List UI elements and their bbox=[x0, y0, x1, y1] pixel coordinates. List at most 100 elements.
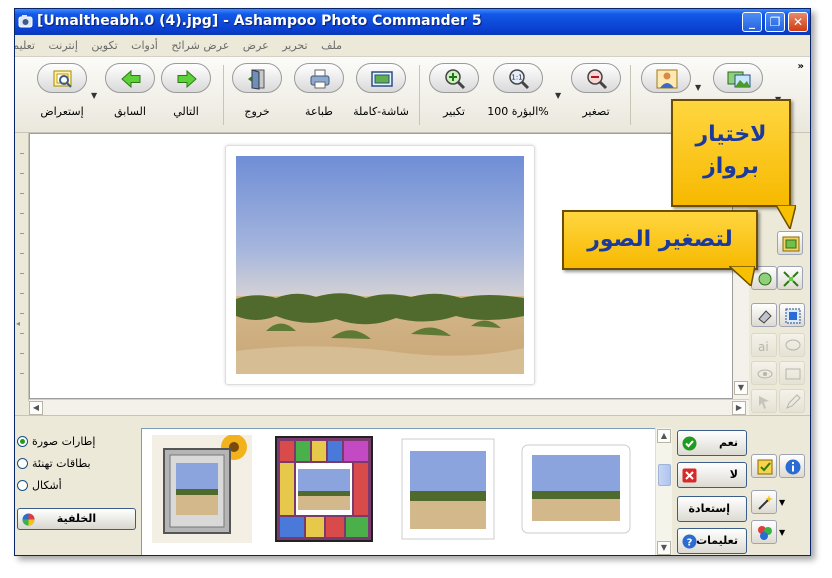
background-button[interactable]: الخلفية bbox=[17, 508, 136, 530]
menu-bar: ملف تحرير عرض عرض شرائح أدوات تكوين إنتر… bbox=[15, 35, 810, 57]
callout-pointer bbox=[776, 205, 796, 229]
bubble-tool-button[interactable] bbox=[779, 333, 805, 357]
menu-view[interactable]: عرض bbox=[243, 39, 269, 52]
info-icon bbox=[785, 459, 801, 475]
radio-picture-frames[interactable]: إطارات صورة bbox=[17, 434, 95, 448]
colors-dropdown-arrow[interactable]: ▼ bbox=[779, 528, 785, 537]
magic-wand-icon bbox=[758, 495, 773, 510]
menu-tools[interactable]: أدوات bbox=[131, 39, 158, 52]
check-circle-icon bbox=[682, 436, 697, 451]
maximize-button[interactable]: ❐ bbox=[765, 12, 785, 32]
next-label: التالي bbox=[173, 105, 199, 118]
help-button[interactable]: ? تعليمات bbox=[677, 528, 747, 554]
app-icon bbox=[18, 15, 33, 28]
browse-label: إستعراض bbox=[40, 105, 84, 118]
scroll-down-arrow[interactable]: ▼ bbox=[734, 381, 748, 395]
callout-line: لاختيار bbox=[695, 122, 767, 147]
menu-configure[interactable]: تكوين bbox=[91, 39, 117, 52]
radio-dot bbox=[17, 457, 28, 469]
radio-selected-dot bbox=[17, 435, 28, 447]
zoom-in-button[interactable]: تكبير bbox=[421, 63, 487, 129]
scroll-left-arrow[interactable]: ◀ bbox=[29, 401, 43, 415]
menu-edit[interactable]: تحرير bbox=[282, 39, 307, 52]
info-button[interactable] bbox=[779, 454, 805, 478]
shrink-arrows-icon bbox=[783, 271, 799, 287]
pen-icon bbox=[786, 394, 801, 409]
photo-frame-preview bbox=[225, 145, 535, 385]
note-icon bbox=[757, 459, 773, 475]
frame-thumb-stained-glass[interactable] bbox=[274, 435, 374, 543]
pen-tool-button[interactable] bbox=[779, 389, 805, 413]
stained-glass-frame-thumbnail bbox=[275, 436, 373, 542]
frame-thumb-plain[interactable] bbox=[398, 435, 498, 543]
toolbar-overflow-chevron[interactable]: » bbox=[798, 61, 804, 72]
frame-options-panel: إطارات صورة بطاقات تهنئة أشكال الخلفية ▲… bbox=[15, 415, 810, 555]
gallery-scroll-down-arrow[interactable]: ▼ bbox=[657, 541, 671, 555]
frame-thumb-silver[interactable] bbox=[152, 434, 252, 543]
callout-line: برواز bbox=[703, 154, 759, 179]
callout-shrink-images: لتصغير الصور bbox=[562, 210, 758, 270]
menu-slideshow[interactable]: عرض شرائح bbox=[171, 39, 229, 52]
gallery-scroll-up-arrow[interactable]: ▲ bbox=[657, 429, 671, 443]
scroll-right-arrow[interactable]: ▶ bbox=[732, 401, 746, 415]
callout-select-frame: لاختيار برواز bbox=[671, 99, 791, 207]
colors-button[interactable] bbox=[751, 520, 777, 544]
exit-button[interactable]: خروج bbox=[224, 63, 290, 129]
arrow-right-icon bbox=[177, 69, 197, 89]
magic-wand-dropdown-arrow[interactable]: ▼ bbox=[779, 498, 785, 507]
focus-dropdown-arrow[interactable]: ▼ bbox=[555, 91, 561, 100]
window-title: [Umaltheabh.0 (4).jpg] - Ashampoo Photo … bbox=[37, 13, 482, 29]
focus-100-button[interactable]: 1:1 البؤرة 100% bbox=[485, 63, 551, 129]
shrink-images-button[interactable] bbox=[777, 266, 803, 290]
menu-help[interactable]: تعليمات bbox=[15, 39, 35, 52]
eye-icon bbox=[757, 369, 773, 379]
minimize-button[interactable]: _ bbox=[742, 12, 762, 32]
viewer-horizontal-scrollbar[interactable]: ◀ ▶ bbox=[29, 399, 749, 415]
print-button[interactable]: طباعة bbox=[286, 63, 352, 129]
photo-effects-dropdown-arrow[interactable]: ▼ bbox=[695, 83, 701, 92]
magic-wand-button[interactable] bbox=[751, 490, 777, 514]
fullscreen-icon bbox=[371, 71, 393, 87]
gallery-scroll-thumb[interactable] bbox=[658, 464, 671, 486]
browse-icon bbox=[53, 70, 72, 88]
magnifier-plus-icon bbox=[445, 69, 466, 90]
menu-internet[interactable]: إنترنت bbox=[49, 39, 78, 52]
rectangle-tool-button[interactable] bbox=[779, 361, 805, 385]
x-box-icon bbox=[682, 468, 697, 483]
radio-dot bbox=[17, 479, 28, 491]
radio-greeting-cards[interactable]: بطاقات تهنئة bbox=[17, 456, 91, 470]
zoom-out-button[interactable]: تصغير bbox=[563, 63, 629, 129]
arrow-left-icon bbox=[121, 69, 141, 89]
frame-picture-button[interactable] bbox=[777, 231, 803, 255]
radio-shapes[interactable]: أشكال bbox=[17, 478, 62, 492]
plain-frame-thumbnail bbox=[401, 438, 495, 540]
svg-text:ai: ai bbox=[758, 340, 769, 354]
menu-file[interactable]: ملف bbox=[321, 39, 342, 52]
frame-gallery[interactable] bbox=[141, 428, 671, 555]
note-tool-button[interactable] bbox=[751, 454, 777, 478]
eye-tool-button[interactable] bbox=[751, 361, 777, 385]
next-button[interactable]: التالي bbox=[153, 63, 219, 129]
select-rectangle-icon bbox=[785, 308, 801, 324]
browse-button[interactable]: إستعراض bbox=[29, 63, 95, 129]
close-button[interactable]: ✕ bbox=[788, 12, 808, 32]
no-button[interactable]: لا bbox=[677, 462, 747, 488]
title-bar[interactable]: [Umaltheabh.0 (4).jpg] - Ashampoo Photo … bbox=[15, 9, 810, 35]
eraser-button[interactable] bbox=[751, 303, 777, 327]
yes-button[interactable]: نعم bbox=[677, 430, 747, 456]
ruler-marker-icon: ◂ bbox=[16, 319, 21, 328]
left-ruler: ◂ bbox=[15, 133, 29, 401]
silver-frame-thumbnail bbox=[152, 434, 252, 543]
text-tool-button[interactable]: ai bbox=[751, 333, 777, 357]
gallery-scrollbar[interactable]: ▲ ▼ bbox=[655, 428, 672, 555]
fullscreen-button[interactable]: شاشة-كاملة bbox=[348, 63, 414, 129]
app-window: [Umaltheabh.0 (4).jpg] - Ashampoo Photo … bbox=[14, 8, 811, 556]
desert-landscape-photo bbox=[236, 156, 524, 374]
select-rectangle-button[interactable] bbox=[779, 303, 805, 327]
magnifier-minus-icon bbox=[587, 69, 608, 90]
rectangle-icon bbox=[785, 368, 801, 380]
eraser-icon bbox=[758, 310, 772, 324]
frame-thumb-rounded[interactable] bbox=[518, 435, 634, 543]
restore-button[interactable]: إستعادة bbox=[677, 496, 747, 522]
pointer-tool-button[interactable] bbox=[751, 389, 777, 413]
